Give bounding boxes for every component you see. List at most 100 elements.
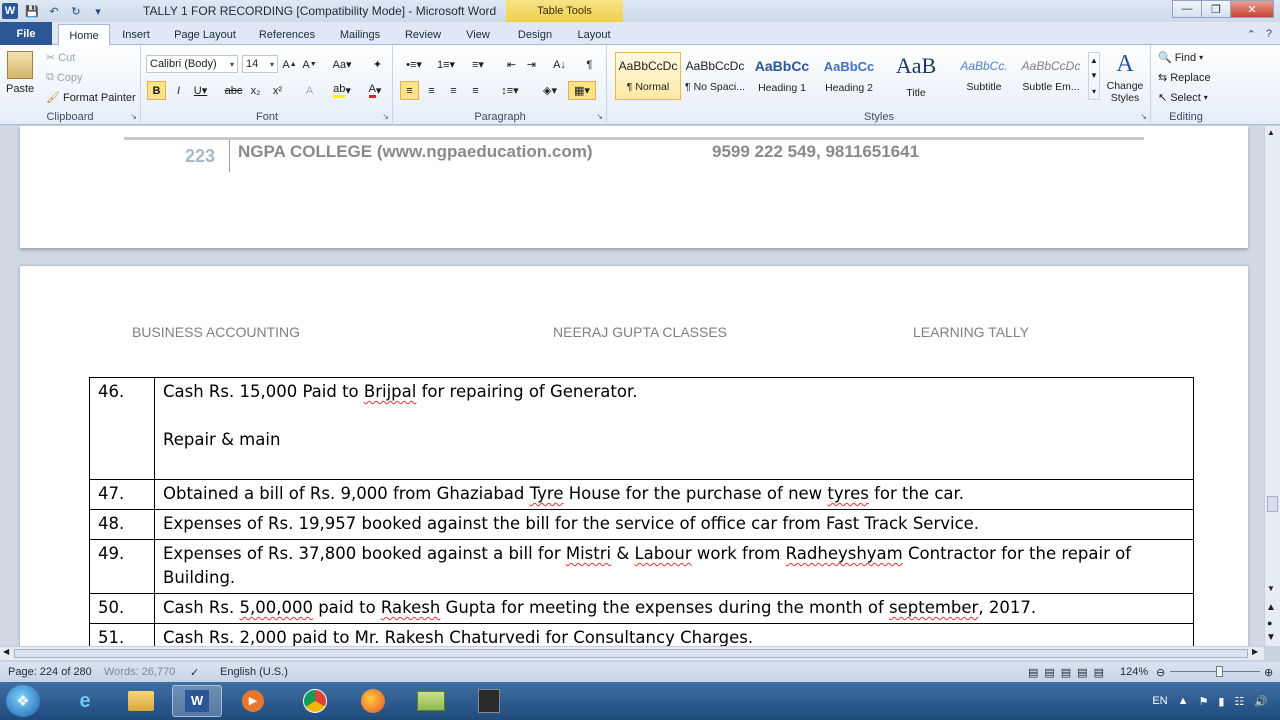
browse-object-icon[interactable]: ● — [1267, 618, 1272, 628]
entry-number[interactable]: 50. — [89, 593, 155, 624]
tab-design[interactable]: Design — [512, 25, 558, 45]
highlight-color-icon[interactable]: ab ▾ — [328, 81, 356, 100]
style-title[interactable]: AaB Title — [883, 52, 949, 100]
next-page-icon[interactable]: ▼ — [1266, 632, 1276, 643]
show-formatting-marks-icon[interactable]: ¶ — [580, 55, 599, 74]
page-224[interactable]: BUSINESS ACCOUNTING NEERAJ GUPTA CLASSES… — [20, 266, 1248, 646]
tab-mailings[interactable]: Mailings — [334, 25, 386, 45]
entry-text[interactable]: Expenses of Rs. 37,800 booked against a … — [154, 539, 1194, 594]
entry-number[interactable]: 48. — [89, 509, 155, 540]
superscript-button[interactable]: x² — [268, 81, 287, 100]
entry-text[interactable]: Cash Rs. 15,000 Paid to Brijpal for repa… — [154, 377, 1194, 480]
internet-explorer-icon[interactable]: e — [60, 685, 110, 717]
input-language[interactable]: EN — [1152, 695, 1167, 707]
tab-view[interactable]: View — [460, 25, 496, 45]
scroll-down-icon[interactable]: ▼ — [1267, 584, 1275, 593]
align-right-button[interactable]: ≡ — [444, 81, 463, 100]
scroll-up-icon[interactable]: ▲ — [1267, 128, 1275, 137]
text-effects-icon[interactable]: A — [300, 81, 319, 100]
grow-font-icon[interactable]: A ▲ — [280, 55, 299, 74]
increase-indent-icon[interactable]: ⇥ — [522, 55, 541, 74]
save-icon[interactable]: 💾 — [24, 3, 40, 19]
style-heading-1[interactable]: AaBbCc Heading 1 — [749, 52, 815, 100]
table-row[interactable]: 51. Cash Rs. 2,000 paid to Mr. Rakesh Cha… — [89, 623, 1194, 646]
replace-button[interactable]: ⇆ Replace — [1158, 71, 1211, 85]
entry-text[interactable]: Cash Rs. 2,000 paid to Mr. Rakesh Chatur… — [154, 623, 1194, 646]
previous-page-icon[interactable]: ▲ — [1266, 602, 1276, 613]
redo-icon[interactable]: ↻ — [68, 3, 84, 19]
firefox-icon[interactable] — [348, 685, 398, 717]
clipboard-launcher-icon[interactable]: ↘ — [130, 112, 137, 121]
zoom-level[interactable]: 124% — [1120, 666, 1148, 678]
copy-button[interactable]: ⧉ Copy — [46, 71, 83, 84]
table-row[interactable]: 46. Cash Rs. 15,000 Paid to Brijpal for r… — [89, 377, 1194, 480]
word-taskbar-icon[interactable]: W — [172, 685, 222, 717]
entry-number[interactable]: 49. — [89, 539, 155, 594]
file-explorer-icon[interactable] — [116, 685, 166, 717]
chevron-down-icon[interactable]: ▼ — [1090, 71, 1098, 80]
proofing-icon[interactable]: ✓ — [190, 666, 199, 679]
bold-button[interactable]: B — [147, 81, 166, 100]
word-count[interactable]: Words: 26,770 — [104, 666, 175, 678]
table-row[interactable]: 49. Expenses of Rs. 37,800 booked against… — [89, 539, 1194, 594]
align-left-button[interactable]: ≡ — [400, 81, 419, 100]
horizontal-scrollbar[interactable]: ◀ ▶ — [0, 646, 1264, 660]
page-count[interactable]: Page: 224 of 280 — [8, 666, 92, 678]
entry-number[interactable]: 46. — [89, 377, 155, 480]
network-icon[interactable]: ☷ — [1234, 695, 1244, 708]
view-buttons-icon[interactable]: ▤▤▤▤▤ — [1028, 666, 1110, 679]
zoom-out-icon[interactable]: ⊖ — [1156, 666, 1165, 679]
power-icon[interactable]: ▮ — [1218, 695, 1224, 708]
tab-layout[interactable]: Layout — [572, 25, 616, 45]
underline-button[interactable]: U▾ — [191, 81, 210, 100]
chrome-icon[interactable] — [290, 685, 340, 717]
horizontal-scroll-thumb[interactable] — [14, 649, 1248, 658]
minimize-button[interactable]: — — [1172, 0, 1202, 18]
change-styles-button[interactable]: A Change Styles — [1102, 51, 1148, 104]
more-icon[interactable]: ▾ — [1092, 87, 1096, 96]
style-subtle-emphasis[interactable]: AaBbCcDc Subtle Em... — [1018, 52, 1084, 100]
entries-table[interactable]: 46. Cash Rs. 15,000 Paid to Brijpal for r… — [89, 377, 1194, 646]
customize-qat-icon[interactable]: ▾ — [90, 3, 106, 19]
restore-button[interactable]: ❐ — [1201, 0, 1231, 18]
zoom-slider-knob[interactable] — [1215, 666, 1223, 677]
align-center-button[interactable]: ≡ — [422, 81, 441, 100]
shrink-font-icon[interactable]: A ▼ — [300, 55, 319, 74]
paste-button[interactable]: Paste — [6, 51, 34, 95]
style-no-spacing[interactable]: AaBbCcDc ¶ No Spaci... — [682, 52, 748, 100]
entry-text[interactable]: Expenses of Rs. 19,957 booked against th… — [154, 509, 1194, 540]
tab-home-active[interactable]: Home — [58, 24, 110, 46]
line-spacing-icon[interactable]: ↕≡▾ — [496, 81, 524, 100]
chevron-up-icon[interactable]: ▲ — [1090, 56, 1098, 65]
style-subtitle[interactable]: AaBbCc. Subtitle — [951, 52, 1017, 100]
subscript-button[interactable]: x₂ — [246, 81, 265, 100]
entry-text[interactable]: Cash Rs. 5,00,000 paid to Rakesh Gupta f… — [154, 593, 1194, 624]
tab-page-layout[interactable]: Page Layout — [170, 25, 240, 45]
scroll-left-icon[interactable]: ◀ — [3, 647, 9, 656]
numbering-icon[interactable]: 1≡▾ — [432, 55, 460, 74]
language[interactable]: English (U.S.) — [220, 666, 288, 678]
tab-references[interactable]: References — [254, 25, 320, 45]
tray-expand-icon[interactable]: ▲ — [1178, 695, 1189, 707]
word-logo-icon[interactable]: W — [2, 3, 18, 19]
select-button[interactable]: ↖ Select ▾ — [1158, 91, 1208, 105]
vertical-scrollbar[interactable]: ▲ ▼ ▲ ● ▼ — [1264, 126, 1280, 646]
font-launcher-icon[interactable]: ↘ — [382, 112, 389, 121]
decrease-indent-icon[interactable]: ⇤ — [502, 55, 521, 74]
help-icon[interactable]: ? — [1266, 28, 1272, 41]
zoom-in-icon[interactable]: ⊕ — [1264, 666, 1273, 679]
strikethrough-button[interactable]: abc — [224, 81, 243, 100]
tab-file[interactable]: File — [0, 22, 52, 45]
flag-icon[interactable]: ⚑ — [1198, 695, 1208, 708]
vertical-scroll-thumb[interactable] — [1267, 496, 1278, 512]
media-player-icon[interactable]: ▶ — [228, 685, 278, 717]
minimize-ribbon-icon[interactable]: ⌃ — [1247, 28, 1256, 41]
tab-review[interactable]: Review — [400, 25, 446, 45]
font-name-combo[interactable]: Calibri (Body) ▾ — [146, 55, 238, 73]
table-row[interactable]: 50. Cash Rs. 5,00,000 paid to Rakesh Gupt… — [89, 593, 1194, 624]
volume-icon[interactable]: 🔊 — [1254, 695, 1268, 708]
close-button[interactable]: ✕ — [1230, 0, 1274, 18]
scroll-right-icon[interactable]: ▶ — [1252, 647, 1258, 656]
style-normal[interactable]: AaBbCcDc ¶ Normal — [615, 52, 681, 100]
change-case-icon[interactable]: Aa▾ — [328, 55, 356, 74]
